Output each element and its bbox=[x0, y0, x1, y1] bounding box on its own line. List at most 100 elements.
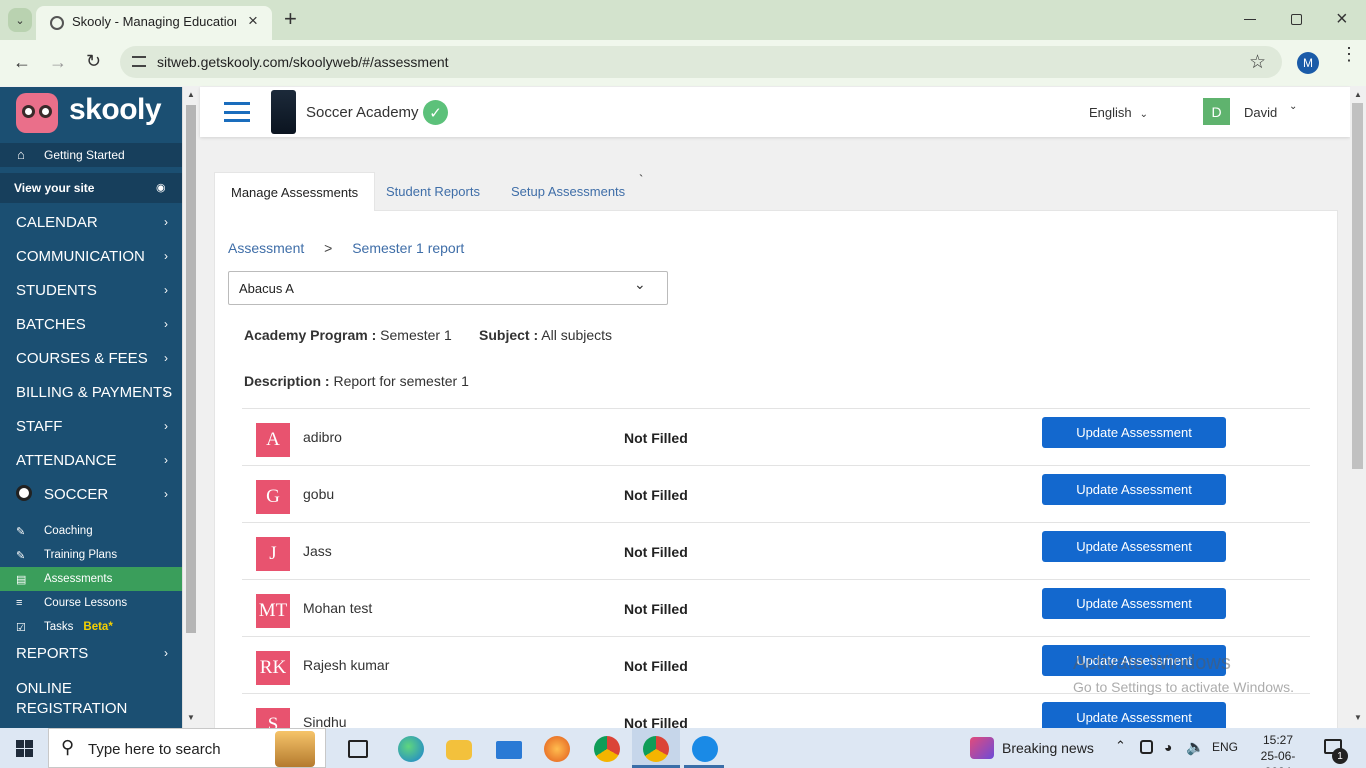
whistle-icon: ✎ bbox=[16, 549, 26, 562]
task-view-icon[interactable] bbox=[348, 740, 368, 758]
scroll-down-icon[interactable]: ▼ bbox=[187, 713, 195, 722]
firefox-icon[interactable] bbox=[544, 736, 570, 762]
nav-reports[interactable]: REPORTS › bbox=[0, 636, 182, 670]
user-avatar: D bbox=[1203, 98, 1230, 125]
scroll-up-icon[interactable]: ▲ bbox=[1354, 90, 1362, 99]
omnibox[interactable]: sitweb.getskooly.com/skoolyweb/#/assessm… bbox=[120, 46, 1282, 78]
update-assessment-button[interactable]: Update Assessment bbox=[1042, 531, 1226, 562]
close-window-icon[interactable]: × bbox=[1336, 8, 1348, 31]
student-name: Jass bbox=[303, 543, 332, 559]
nav-attendance[interactable]: ATTENDANCE › bbox=[0, 443, 182, 477]
eye-icon: ◉ bbox=[156, 182, 166, 194]
student-avatar: S bbox=[256, 708, 290, 728]
meet-now-icon[interactable] bbox=[1140, 740, 1153, 754]
chevron-right-icon: › bbox=[164, 215, 168, 229]
student-avatar: MT bbox=[256, 594, 290, 628]
nav-soccer[interactable]: SOCCER › bbox=[0, 477, 182, 511]
status-text: Not Filled bbox=[624, 544, 688, 560]
tray-chevron-up-icon[interactable]: ⌃ bbox=[1115, 738, 1126, 754]
tab-setup-assessments[interactable]: Setup Assessments bbox=[495, 172, 641, 210]
verified-check-icon: ✓ bbox=[423, 100, 448, 125]
restore-icon[interactable] bbox=[1291, 14, 1302, 25]
tick-mark: ` bbox=[639, 172, 644, 187]
tab-student-reports[interactable]: Student Reports bbox=[370, 172, 496, 210]
subject-info: Subject : All subjects bbox=[479, 327, 613, 343]
breadcrumb: Assessment > Semester 1 report bbox=[228, 240, 464, 256]
url-text[interactable]: sitweb.getskooly.com/skoolyweb/#/assessm… bbox=[157, 54, 449, 70]
table-row: MT Mohan test Not Filled Update Assessme… bbox=[242, 579, 1310, 636]
status-text: Not Filled bbox=[624, 601, 688, 617]
close-tab-icon[interactable]: × bbox=[248, 11, 258, 31]
chrome-profile-icon[interactable] bbox=[643, 736, 669, 762]
sidebar-scrollbar[interactable]: ▲ ▼ bbox=[182, 87, 199, 728]
user-menu[interactable]: D David ⌄ bbox=[1203, 98, 1313, 126]
bookmark-star-icon[interactable]: ☆ bbox=[1249, 51, 1266, 74]
clock[interactable]: 15:27 25-06-2024 bbox=[1248, 732, 1308, 768]
forward-icon[interactable]: → bbox=[49, 52, 67, 73]
nav-assessments[interactable]: ▤ Assessments bbox=[0, 567, 182, 591]
breadcrumb-current[interactable]: Semester 1 report bbox=[352, 240, 464, 256]
skype-icon[interactable] bbox=[692, 736, 718, 762]
chevron-down-icon: ⌄ bbox=[1139, 109, 1149, 120]
volume-icon[interactable]: 🔈 bbox=[1186, 738, 1205, 756]
nav-course-lessons[interactable]: ≡ Course Lessons bbox=[0, 591, 182, 615]
academy-name: Soccer Academy bbox=[306, 104, 419, 121]
breadcrumb-assessment[interactable]: Assessment bbox=[228, 240, 304, 256]
nav-courses-fees[interactable]: COURSES & FEES › bbox=[0, 341, 182, 375]
edge-icon[interactable] bbox=[398, 736, 424, 762]
profile-avatar[interactable]: M bbox=[1297, 52, 1319, 74]
task-icon: ☑ bbox=[16, 621, 26, 634]
chrome-icon[interactable] bbox=[594, 736, 620, 762]
nav-batches[interactable]: BATCHES › bbox=[0, 307, 182, 341]
view-site-link[interactable]: View your site ◉ bbox=[0, 173, 182, 203]
table-row: J Jass Not Filled Update Assessment bbox=[242, 522, 1310, 579]
home-icon: ⌂ bbox=[17, 147, 25, 162]
update-assessment-button[interactable]: Update Assessment bbox=[1042, 588, 1226, 619]
nav-staff[interactable]: STAFF › bbox=[0, 409, 182, 443]
nav-training-plans[interactable]: ✎ Training Plans bbox=[0, 543, 182, 567]
getting-started-link[interactable]: ⌂ Getting Started bbox=[0, 143, 182, 167]
back-icon[interactable]: ← bbox=[13, 52, 31, 73]
notification-count-badge: 1 bbox=[1332, 748, 1348, 764]
scroll-up-icon[interactable]: ▲ bbox=[187, 90, 195, 99]
nav-calendar[interactable]: CALENDAR › bbox=[0, 205, 182, 239]
scroll-down-icon[interactable]: ▼ bbox=[1354, 713, 1362, 722]
update-assessment-button[interactable]: Update Assessment bbox=[1042, 417, 1226, 448]
hamburger-menu-icon[interactable] bbox=[224, 102, 250, 122]
nav-students[interactable]: STUDENTS › bbox=[0, 273, 182, 307]
news-icon bbox=[970, 737, 994, 759]
update-assessment-button[interactable]: Update Assessment bbox=[1042, 702, 1226, 728]
reload-icon[interactable]: ↻ bbox=[86, 51, 101, 72]
student-avatar: A bbox=[256, 423, 290, 457]
nav-communication[interactable]: COMMUNICATION › bbox=[0, 239, 182, 273]
new-tab-icon[interactable]: + bbox=[284, 6, 297, 32]
nav-coaching[interactable]: ✎ Coaching bbox=[0, 519, 182, 543]
student-name: Rajesh kumar bbox=[303, 657, 390, 673]
input-language[interactable]: ENG bbox=[1212, 740, 1238, 754]
chevron-right-icon: › bbox=[164, 646, 168, 660]
taskbar-search-box[interactable]: ⚲ Type here to search bbox=[48, 728, 326, 768]
tab-list-button[interactable]: ⌄ bbox=[8, 8, 32, 32]
student-avatar: RK bbox=[256, 651, 290, 685]
owl-logo-icon bbox=[16, 93, 58, 133]
language-select[interactable]: English ⌄ bbox=[1089, 105, 1148, 120]
site-settings-icon[interactable] bbox=[132, 56, 146, 67]
file-explorer-icon[interactable] bbox=[446, 740, 472, 760]
nav-billing-payments[interactable]: BILLING & PAYMENTS › bbox=[0, 375, 182, 409]
chevron-right-icon: › bbox=[164, 283, 168, 297]
chevron-right-icon: › bbox=[164, 317, 168, 331]
page-scrollbar[interactable]: ▲ ▼ bbox=[1350, 87, 1366, 728]
mail-icon[interactable] bbox=[496, 741, 522, 759]
tab-manage-assessments[interactable]: Manage Assessments bbox=[214, 172, 376, 211]
assessment-select[interactable]: Abacus A ⌄ bbox=[228, 271, 668, 305]
chevron-right-icon: › bbox=[164, 249, 168, 263]
beta-badge: Beta* bbox=[83, 621, 113, 633]
update-assessment-button[interactable]: Update Assessment bbox=[1042, 474, 1226, 505]
nav-online-registration[interactable]: ONLINE REGISTRATION bbox=[16, 679, 127, 719]
browser-menu-icon[interactable]: ⋮ bbox=[1340, 45, 1358, 63]
minimize-icon[interactable] bbox=[1244, 19, 1256, 20]
windows-start-icon[interactable] bbox=[16, 740, 33, 757]
student-avatar: G bbox=[256, 480, 290, 514]
network-icon[interactable]: ◕ bbox=[1164, 739, 1172, 755]
browser-tab[interactable]: Skooly - Managing Educational × bbox=[36, 6, 272, 40]
